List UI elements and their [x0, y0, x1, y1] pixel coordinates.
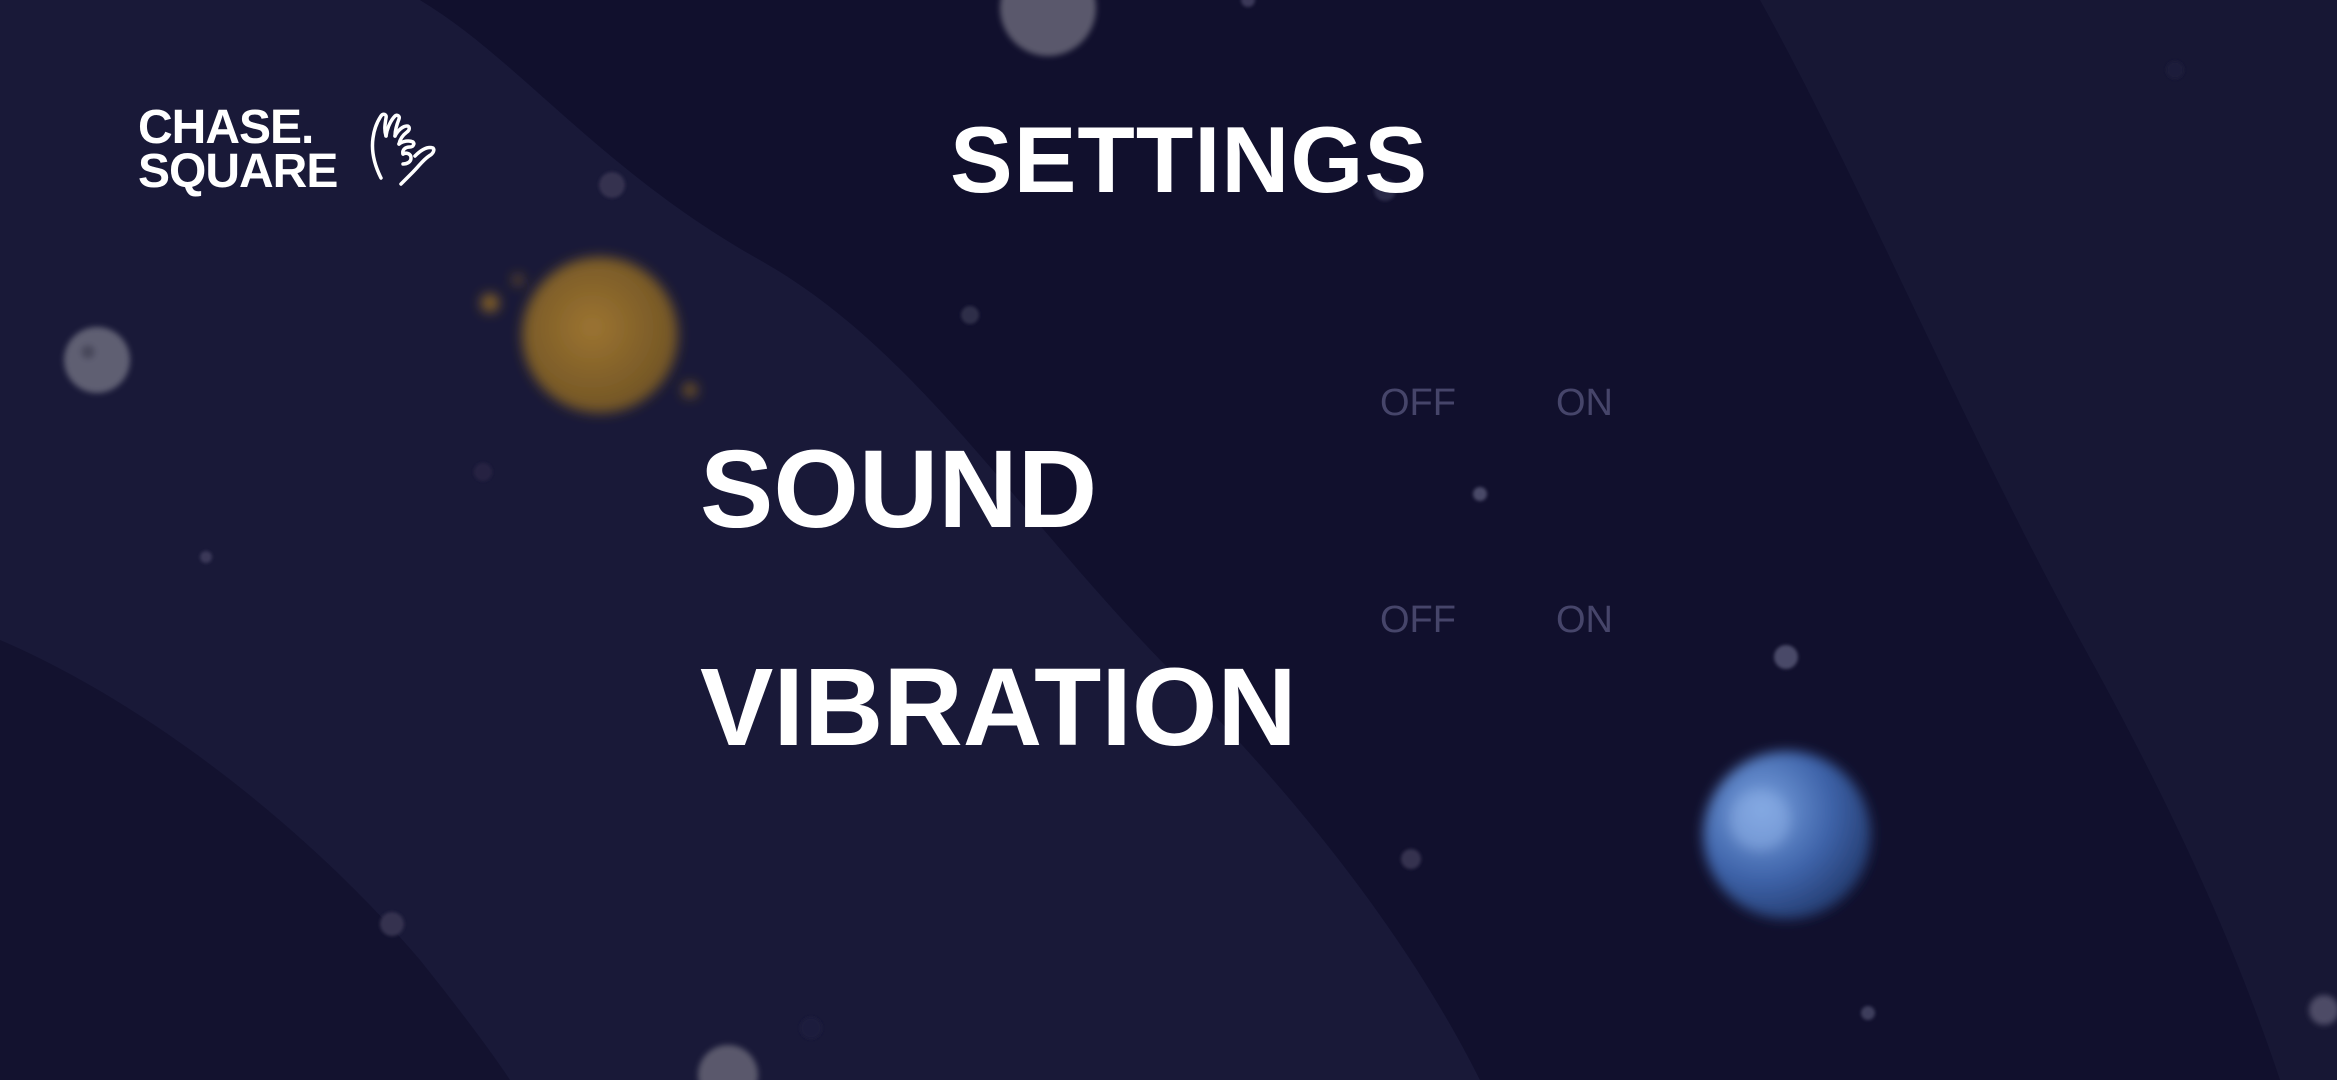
- brand-wordmark: CHASE. SQUARE: [138, 101, 338, 198]
- vibration-off-option[interactable]: OFF: [1380, 599, 1456, 642]
- sound-label: SOUND: [700, 428, 1098, 551]
- hand-gesture-icon: [371, 112, 436, 186]
- brand-line-1: CHASE.: [138, 101, 314, 154]
- page-title: SETTINGS: [950, 107, 1429, 212]
- sound-off-option[interactable]: OFF: [1380, 382, 1456, 425]
- brand-logo: CHASE. SQUARE: [138, 101, 439, 198]
- vibration-on-option[interactable]: ON: [1556, 599, 1613, 642]
- vibration-label: VIBRATION: [700, 646, 1297, 769]
- vibration-toggle[interactable]: OFF ON: [1380, 597, 1620, 643]
- sound-toggle[interactable]: OFF ON: [1380, 380, 1620, 426]
- sound-on-option[interactable]: ON: [1556, 382, 1613, 425]
- brand-line-2: SQUARE: [138, 145, 338, 198]
- settings-screen: CHASE. SQUARE SETTINGS SOUND OFF ON VIBR…: [0, 0, 2337, 1080]
